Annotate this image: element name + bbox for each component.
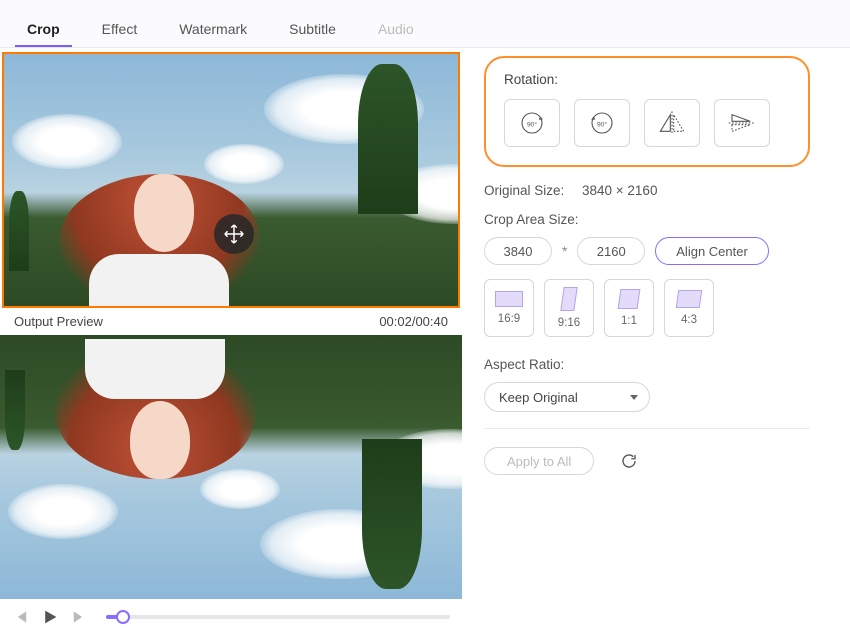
ratio-4-3-button[interactable]: 4:3 — [664, 279, 714, 337]
move-handle[interactable] — [214, 214, 254, 254]
rotation-label: Rotation: — [504, 72, 790, 87]
seek-thumb[interactable] — [116, 610, 130, 624]
reset-button[interactable] — [618, 450, 640, 472]
rotate-ccw-button[interactable]: 90° — [574, 99, 630, 147]
time-display: 00:02/00:40 — [379, 314, 448, 329]
seek-slider[interactable] — [106, 615, 450, 619]
tab-watermark[interactable]: Watermark — [167, 11, 259, 47]
output-preview — [0, 335, 462, 599]
original-size-label: Original Size: — [484, 183, 572, 198]
tab-effect[interactable]: Effect — [90, 11, 150, 47]
svg-text:90°: 90° — [597, 120, 607, 128]
ratio-1-1-button[interactable]: 1:1 — [604, 279, 654, 337]
apply-to-all-button[interactable]: Apply to All — [484, 447, 594, 475]
divider — [484, 428, 810, 429]
flip-horizontal-button[interactable] — [644, 99, 700, 147]
multiply-symbol: * — [562, 244, 567, 259]
crop-handle-tl[interactable] — [2, 52, 14, 64]
rotate-cw-button[interactable]: 90° — [504, 99, 560, 147]
play-button[interactable] — [40, 607, 60, 627]
aspect-ratio-select[interactable]: Keep Original — [484, 382, 650, 412]
next-frame-button[interactable] — [68, 607, 88, 627]
crop-height-input[interactable] — [577, 237, 645, 265]
prev-frame-button[interactable] — [12, 607, 32, 627]
align-center-button[interactable]: Align Center — [655, 237, 769, 265]
crop-handle-tr[interactable] — [448, 52, 460, 64]
tab-crop[interactable]: Crop — [15, 11, 72, 47]
crop-handle-bl[interactable] — [2, 296, 14, 308]
ratio-16-9-button[interactable]: 16:9 — [484, 279, 534, 337]
output-preview-label: Output Preview — [14, 314, 103, 329]
crop-area-size-label: Crop Area Size: — [484, 212, 810, 227]
aspect-ratio-label: Aspect Ratio: — [484, 357, 810, 372]
crop-handle-br[interactable] — [448, 296, 460, 308]
crop-area[interactable] — [2, 52, 460, 308]
original-size-value: 3840 × 2160 — [582, 183, 657, 198]
ratio-9-16-button[interactable]: 9:16 — [544, 279, 594, 337]
crop-width-input[interactable] — [484, 237, 552, 265]
tab-audio: Audio — [366, 11, 426, 47]
rotation-panel: Rotation: 90° 90° — [484, 56, 810, 167]
flip-vertical-button[interactable] — [714, 99, 770, 147]
svg-text:90°: 90° — [527, 120, 537, 128]
tab-subtitle[interactable]: Subtitle — [277, 11, 348, 47]
tab-bar: Crop Effect Watermark Subtitle Audio — [0, 0, 850, 48]
